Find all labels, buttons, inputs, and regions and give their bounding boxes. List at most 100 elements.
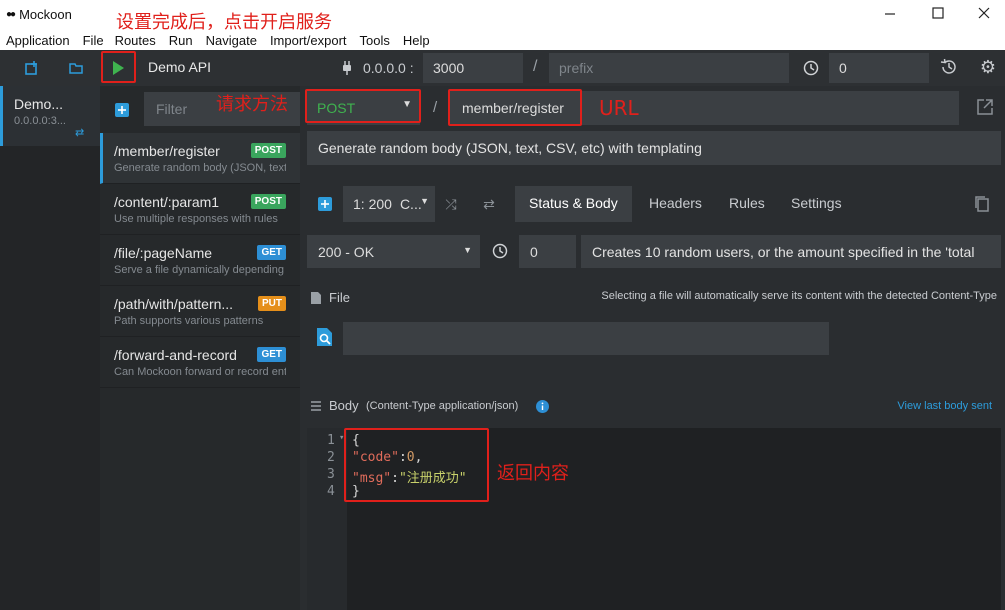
environments-sidebar (0, 86, 100, 610)
add-response-icon[interactable] (317, 196, 333, 212)
environment-name[interactable]: Demo API (148, 59, 211, 75)
file-label: File (329, 290, 350, 305)
annotation-method: 请求方法 (216, 94, 288, 115)
menu-help[interactable]: Help (403, 33, 430, 48)
file-search-icon[interactable] (314, 326, 336, 348)
chevron-down-icon: ▼ (420, 196, 429, 206)
open-in-browser-icon[interactable] (974, 96, 996, 118)
mockoon-logo-icon: ●● (6, 9, 16, 20)
fold-arrow-icon[interactable]: ▾ (339, 433, 344, 443)
menu-import-export[interactable]: Import/export (270, 33, 347, 48)
app-title: Mockoon (19, 7, 72, 22)
file-hint: Selecting a file will automatically serv… (601, 290, 997, 302)
tab-status-body[interactable]: Status & Body (529, 195, 618, 211)
code-line-2: "code":0, (352, 450, 422, 465)
body-label: Body (329, 398, 359, 413)
route-description: Use multiple responses with rules (114, 213, 278, 225)
method-badge: POST (250, 194, 286, 209)
minimize-icon[interactable] (884, 5, 896, 22)
body-content-type: (Content-Type application/json) (366, 400, 519, 412)
file-icon (309, 290, 323, 306)
menu-bar: Application File Routes Run Navigate Imp… (6, 33, 430, 48)
annotation-response-content: 返回内容 (497, 463, 569, 484)
environment-item-name: Demo... (14, 96, 64, 112)
copy-icon[interactable] (972, 194, 992, 214)
chevron-down-icon: ▼ (402, 99, 412, 110)
mockoon-window: ●● Mockoon Application File Routes Run N… (0, 0, 1005, 610)
response-label-input[interactable]: Creates 10 random users, or the amount s… (581, 235, 1001, 268)
route-description: Can Mockoon forward or record entering r… (114, 366, 286, 378)
menu-tools[interactable]: Tools (360, 33, 390, 48)
response-delay-input[interactable]: 0 (519, 235, 576, 268)
menu-routes[interactable]: Routes (115, 33, 156, 48)
route-item[interactable]: /member/register Generate random body (J… (100, 133, 300, 184)
chevron-down-icon: ▼ (463, 245, 472, 255)
hostname-label: 0.0.0.0 : (363, 60, 414, 76)
path-slash: / (433, 99, 438, 116)
route-item[interactable]: /file/:pageName Serve a file dynamically… (100, 235, 300, 286)
info-icon[interactable] (535, 399, 549, 413)
open-folder-icon[interactable] (66, 58, 86, 78)
tab-rules[interactable]: Rules (729, 195, 765, 211)
route-item[interactable]: /path/with/pattern... Path supports vari… (100, 286, 300, 337)
environment-item-host: 0.0.0.0:3... (14, 115, 66, 127)
code-key: "code" (352, 450, 399, 465)
code-line-1: { (352, 433, 360, 448)
route-path: /forward-and-record (114, 347, 237, 363)
line-number: 2 (327, 450, 335, 465)
start-server-button[interactable] (104, 54, 132, 82)
route-item[interactable]: /content/:param1 Use multiple responses … (100, 184, 300, 235)
annotation-start-service: 设置完成后，点击开启服务 (116, 12, 332, 33)
route-description: Serve a file dynamically depending on th… (114, 264, 286, 276)
code-colon: : (391, 471, 399, 486)
response-selector[interactable]: 1: 200 C... ▼ (343, 186, 435, 222)
route-path-input[interactable]: member/register (449, 91, 959, 125)
body-lines-icon (309, 399, 323, 413)
view-last-body-link[interactable]: View last body sent (897, 400, 992, 412)
new-environment-icon[interactable] (22, 58, 42, 78)
history-icon[interactable] (939, 57, 959, 77)
route-path: /file/:pageName (114, 245, 213, 261)
menu-run[interactable]: Run (169, 33, 193, 48)
app-logo: ●● Mockoon (6, 7, 72, 22)
menu-navigate[interactable]: Navigate (206, 33, 257, 48)
maximize-icon[interactable] (932, 5, 944, 22)
method-badge: GET (257, 245, 286, 260)
tab-settings[interactable]: Settings (791, 195, 842, 211)
tab-headers[interactable]: Headers (649, 195, 702, 211)
route-path: /path/with/pattern... (114, 296, 234, 312)
close-icon[interactable] (978, 5, 990, 22)
sync-icon: ⇄ (75, 127, 85, 139)
latency-clock-icon (801, 58, 821, 78)
prefix-input[interactable]: prefix (549, 53, 789, 83)
method-select[interactable]: POST ▼ (307, 91, 420, 125)
route-path: /content/:param1 (114, 194, 220, 210)
add-route-icon[interactable] (114, 102, 130, 118)
code-number: 0 (406, 450, 415, 465)
status-code-select[interactable]: 200 - OK ▼ (307, 235, 480, 268)
shuffle-icon[interactable]: ⤮ (441, 194, 461, 214)
method-select-value: POST (317, 100, 356, 116)
code-line-3: "msg":"注册成功" (352, 467, 467, 486)
response-selector-value: 1: 200 (353, 196, 392, 212)
settings-gear-icon[interactable]: ⚙ (978, 57, 998, 77)
route-description: Path supports various patterns (114, 315, 264, 327)
menu-application[interactable]: Application (6, 33, 70, 48)
menu-file[interactable]: File (83, 33, 104, 48)
repeat-icon[interactable]: ⇄ (479, 194, 499, 214)
port-input[interactable]: 3000 (423, 53, 523, 83)
route-description-input[interactable]: Generate random body (JSON, text, CSV, e… (307, 131, 1001, 165)
environment-item-demo[interactable]: Demo... 0.0.0.0:3... ⇄ (0, 86, 100, 146)
line-number: 3 (327, 467, 335, 482)
method-badge: POST (250, 143, 286, 158)
status-code-value: 200 - OK (318, 243, 375, 260)
route-item[interactable]: /forward-and-record Can Mockoon forward … (100, 337, 300, 388)
route-path: /member/register (114, 143, 220, 159)
response-selector-extra: C... (399, 196, 422, 212)
prefix-slash: / (533, 58, 538, 75)
code-string: "注册成功" (398, 471, 467, 486)
annotation-url: URL (599, 96, 639, 120)
file-path-input[interactable] (343, 322, 829, 355)
latency-input[interactable]: 0 (829, 53, 929, 83)
plug-icon (339, 60, 355, 76)
